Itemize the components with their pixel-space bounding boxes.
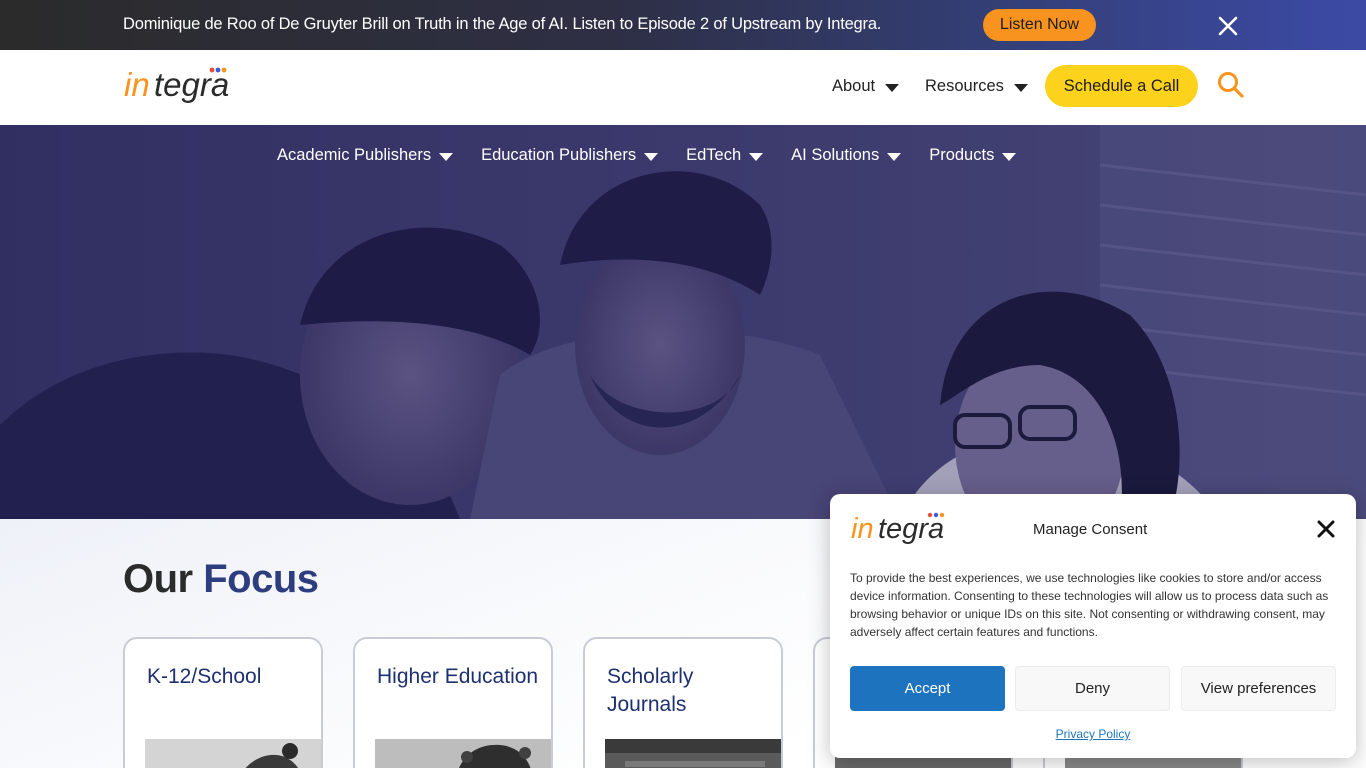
schedule-call-button[interactable]: Schedule a Call [1045,65,1198,107]
svg-text:in: in [851,513,874,545]
card-title: Higher Education [377,665,539,688]
chevron-down-icon [1013,84,1028,92]
card-image [375,739,551,768]
chevron-down-icon [644,152,659,161]
subnav-education-publishers[interactable]: Education Publishers [481,146,659,165]
svg-text:in: in [124,66,150,103]
subnav-label: EdTech [686,146,742,164]
subnav-ai-solutions[interactable]: AI Solutions [791,146,902,165]
focus-card-k12[interactable]: K-12/School [123,637,323,768]
card-image [605,739,781,768]
focus-card-scholarly-journals[interactable]: Scholarly Journals [583,637,783,768]
chevron-down-icon [749,152,764,161]
accept-button[interactable]: Accept [850,666,1005,711]
card-image [145,739,321,768]
integra-logo[interactable]: in tegra [123,64,233,108]
close-icon[interactable] [1216,14,1240,38]
subnav-products[interactable]: Products [929,146,1017,165]
site-header: in tegra About Resources Schedule a Call [0,50,1366,125]
chevron-down-icon [1002,152,1017,161]
chevron-down-icon [887,152,902,161]
focus-heading-plain: Our [123,557,193,601]
consent-dialog: in tegra Manage Consent To provide the b… [830,494,1356,758]
subnav-edtech[interactable]: EdTech [686,146,764,165]
nav-resources[interactable]: Resources [925,77,1028,96]
focus-heading: Our Focus [123,557,319,602]
nav-about-label: About [832,77,876,95]
consent-body: To provide the best experiences, we use … [850,571,1329,639]
announcement-text: Dominique de Roo of De Gruyter Brill on … [123,15,882,33]
hero-photo [0,125,1366,519]
chevron-down-icon [885,84,900,92]
svg-text:tegra: tegra [878,513,944,545]
nav-resources-label: Resources [925,77,1004,95]
search-icon[interactable] [1216,70,1246,100]
privacy-policy-link[interactable]: Privacy Policy [830,727,1356,741]
integra-logo: in tegra [851,512,945,545]
close-icon[interactable] [1316,519,1336,539]
listen-now-button[interactable]: Listen Now [983,9,1096,41]
subnav-label: Products [929,146,995,164]
announcement-bar: Dominique de Roo of De Gruyter Brill on … [0,0,1366,50]
card-title: K-12/School [147,665,262,688]
hero-banner: Academic Publishers Education Publishers… [0,125,1366,519]
subnav-label: Education Publishers [481,146,637,164]
chevron-down-icon [439,152,454,161]
focus-heading-accent: Focus [203,557,319,601]
card-title: Scholarly Journals [607,665,694,716]
focus-card-higher-education[interactable]: Higher Education [353,637,553,768]
subnav-label: AI Solutions [791,146,880,164]
view-preferences-button[interactable]: View preferences [1181,666,1336,711]
consent-title: Manage Consent [1033,521,1148,538]
deny-button[interactable]: Deny [1015,666,1170,711]
subnav-label: Academic Publishers [277,146,432,164]
subnav-academic-publishers[interactable]: Academic Publishers [277,146,454,165]
secondary-nav: Academic Publishers Education Publishers… [277,146,1017,165]
nav-about[interactable]: About [832,77,900,96]
